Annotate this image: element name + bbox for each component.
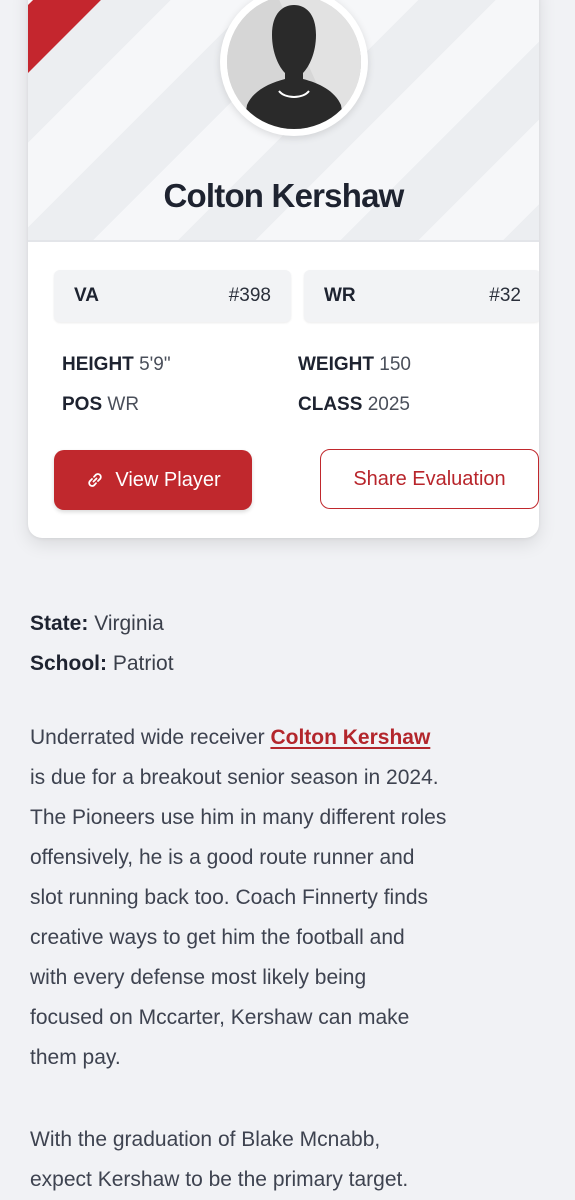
player-name: Colton Kershaw bbox=[163, 177, 405, 214]
paragraph-line: offensively, he is a good route runner a… bbox=[30, 846, 415, 869]
share-evaluation-label: Share Evaluation bbox=[353, 467, 506, 490]
player-card: Colton Kershaw VA #398 WR #32 HEIGHT 5'9… bbox=[28, 0, 539, 538]
paragraph-line: them pay. bbox=[30, 1046, 121, 1069]
class-label: CLASS bbox=[298, 394, 363, 415]
paragraph-line: slot running back too. Coach Finnerty fi… bbox=[30, 886, 429, 909]
weight-value: 150 bbox=[379, 354, 411, 375]
player-placeholder-icon bbox=[227, 0, 361, 129]
height-stat: HEIGHT 5'9" bbox=[62, 354, 171, 376]
card-header: Colton Kershaw bbox=[28, 0, 539, 242]
paragraph-line: with every defense most likely being bbox=[30, 966, 367, 989]
paragraph-line: Underrated wide receiver Colton Kershaw bbox=[30, 718, 550, 758]
paragraph-line: expect Kershaw to be the primary target. bbox=[30, 1168, 409, 1191]
state-detail: State: Virginia bbox=[30, 612, 164, 636]
share-evaluation-button[interactable]: Share Evaluation bbox=[320, 449, 539, 509]
paragraph-line: creative ways to get him the football an… bbox=[30, 926, 405, 949]
height-label: HEIGHT bbox=[62, 354, 134, 375]
state-label: State: bbox=[30, 612, 89, 635]
weight-stat: WEIGHT 150 bbox=[298, 354, 411, 376]
school-detail: School: Patriot bbox=[30, 652, 174, 676]
view-player-label: View Player bbox=[115, 468, 221, 491]
player-name-link[interactable]: Colton Kershaw bbox=[270, 726, 430, 749]
school-label: School: bbox=[30, 652, 107, 675]
pos-stat: POS WR bbox=[62, 394, 139, 416]
position-rank-chip: WR #32 bbox=[304, 270, 539, 322]
school-value: Patriot bbox=[112, 652, 174, 675]
state-rank-chip: VA #398 bbox=[54, 270, 291, 322]
position-rank: #32 bbox=[489, 285, 521, 306]
height-value: 5'9" bbox=[139, 354, 171, 375]
weight-label: WEIGHT bbox=[298, 354, 374, 375]
article-paragraph-2: With the graduation of Blake Mcnabb, exp… bbox=[30, 1120, 550, 1200]
paragraph-text: Underrated wide receiver bbox=[30, 726, 271, 749]
state-value: Virginia bbox=[94, 612, 164, 635]
paragraph-line: The Pioneers use him in many different r… bbox=[30, 806, 447, 829]
state-abbr: VA bbox=[74, 285, 99, 306]
state-rank: #398 bbox=[228, 285, 271, 306]
class-stat: CLASS 2025 bbox=[298, 394, 410, 416]
article-paragraph-1: Underrated wide receiver Colton Kershaw … bbox=[30, 718, 550, 1078]
paragraph-line: With the graduation of Blake Mcnabb, bbox=[30, 1128, 381, 1151]
class-value: 2025 bbox=[367, 394, 410, 415]
paragraph-line: focused on Mccarter, Kershaw can make bbox=[30, 1006, 410, 1029]
pos-value: WR bbox=[107, 394, 140, 415]
avatar bbox=[220, 0, 368, 136]
paragraph-line: is due for a breakout senior season in 2… bbox=[30, 766, 439, 789]
position-abbr: WR bbox=[324, 285, 356, 306]
view-player-button[interactable]: View Player bbox=[54, 450, 252, 510]
link-icon bbox=[88, 473, 103, 487]
pos-label: POS bbox=[62, 394, 103, 415]
accent-stripe bbox=[28, 0, 172, 93]
